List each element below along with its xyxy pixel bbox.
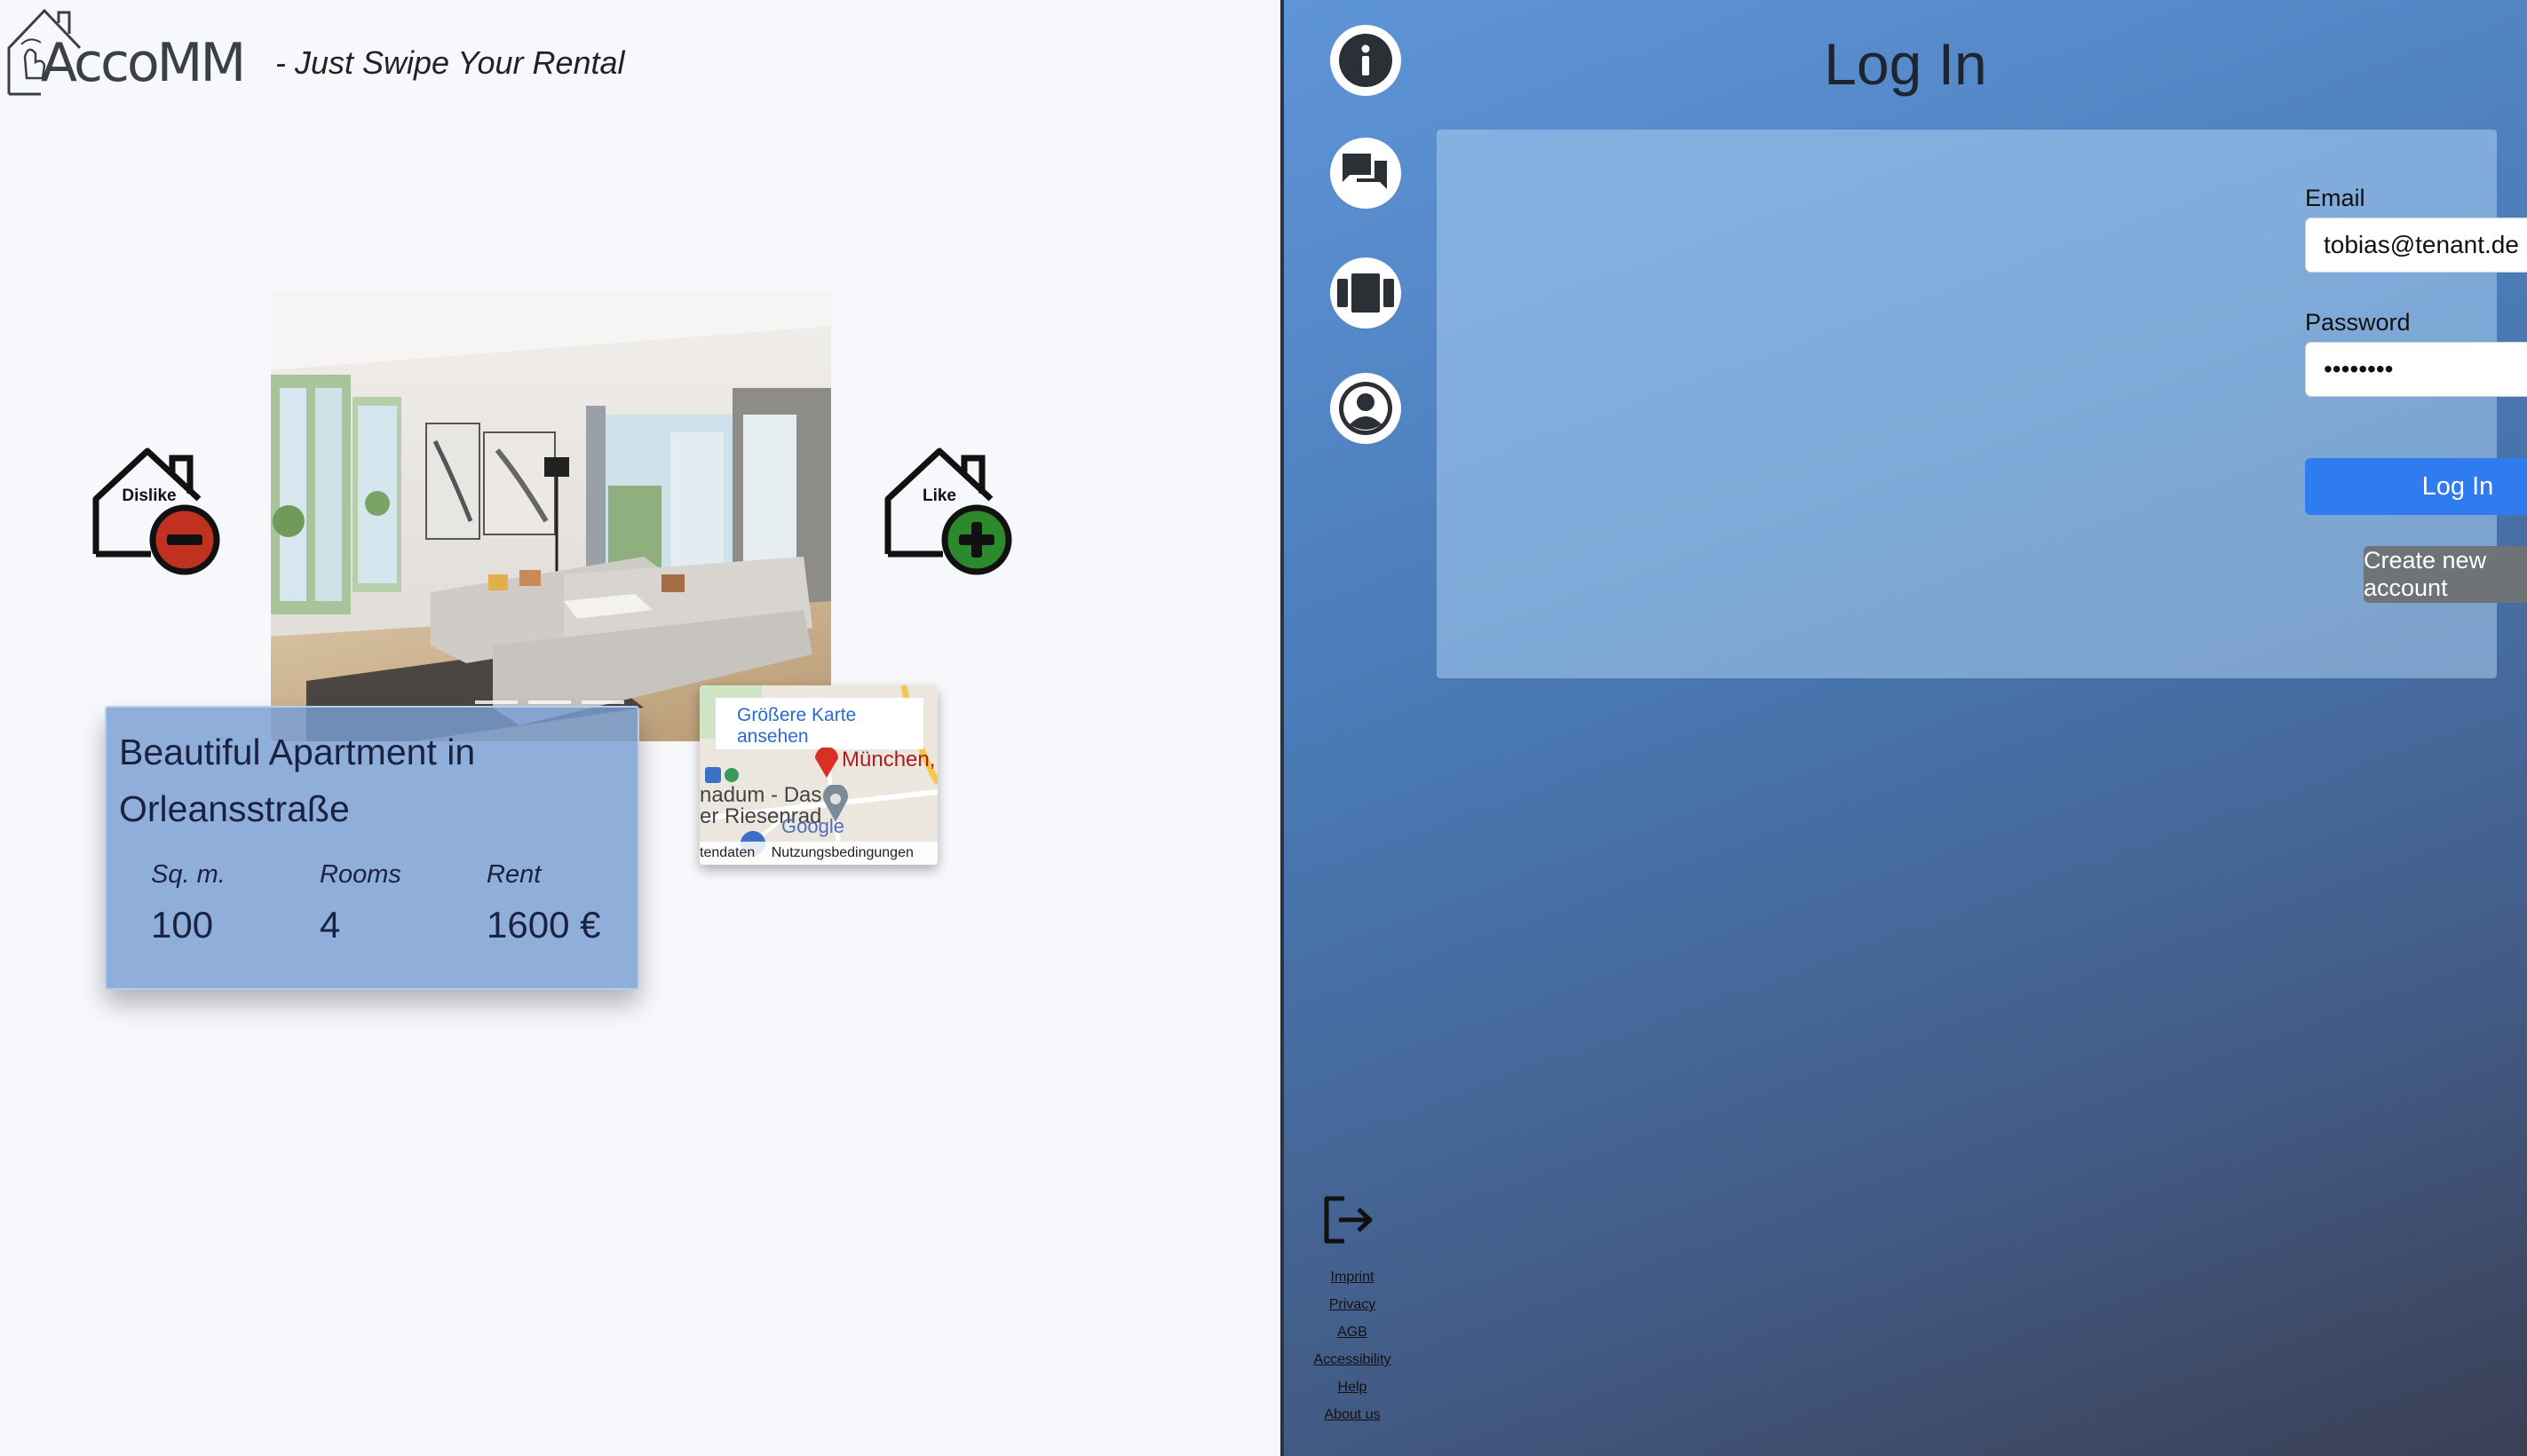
nav-swipe-button[interactable] (1330, 257, 1401, 328)
stat-rooms: Rooms 4 (320, 860, 401, 946)
map-place-label: München, (842, 748, 936, 772)
stat-value: 1600 € (487, 904, 601, 946)
larger-map-link[interactable]: Größere Karte ansehen (716, 698, 923, 749)
listing-card: Beautiful Apartment in Orleansstraße Sq.… (105, 706, 639, 990)
swipe-cards-icon (1337, 273, 1394, 313)
stat-value: 100 (151, 904, 214, 946)
stat-size: Sq. m. 100 (151, 860, 226, 946)
stat-value: 4 (320, 904, 341, 946)
stat-rent: Rent 1600 € (487, 860, 600, 946)
location-map[interactable]: Größere Karte ansehen München, nadum - D… (700, 685, 938, 865)
like-house-icon (884, 447, 1012, 575)
nav-chat-button[interactable] (1330, 138, 1401, 209)
carousel-indicator-3[interactable] (582, 700, 624, 704)
apartment-image (271, 290, 831, 741)
footer-links: Imprint Privacy AGB Accessibility Help A… (1302, 1263, 1403, 1428)
profile-icon (1339, 382, 1392, 435)
like-label: Like (922, 487, 957, 505)
footer-link-agb[interactable]: AGB (1302, 1318, 1403, 1346)
email-field[interactable] (2305, 218, 2527, 273)
create-account-button[interactable]: Create new account (2364, 546, 2527, 603)
listing-title: Beautiful Apartment in Orleansstraße (119, 732, 476, 829)
dislike-house-icon (92, 447, 220, 575)
stat-label: Sq. m. (151, 860, 226, 889)
map-footer: tendaten Nutzungsbedingungen (700, 842, 938, 865)
footer-link-imprint[interactable]: Imprint (1302, 1263, 1403, 1291)
footer-link-help[interactable]: Help (1302, 1373, 1403, 1401)
logout-icon (1324, 1196, 1373, 1244)
password-label: Password (2305, 309, 2411, 336)
stat-label: Rooms (320, 860, 401, 889)
dislike-button[interactable]: Dislike (89, 444, 222, 577)
stat-label: Rent (487, 860, 542, 889)
map-terms-link[interactable]: Nutzungsbedingungen (772, 845, 914, 860)
chat-icon (1343, 154, 1387, 189)
carousel-indicator-1[interactable] (475, 700, 518, 704)
dislike-label: Dislike (122, 487, 177, 505)
map-data-link[interactable]: tendaten (700, 845, 755, 860)
app-logo[interactable]: AccoMM (5, 5, 246, 98)
password-field[interactable] (2305, 342, 2527, 397)
nav-profile-button[interactable] (1330, 373, 1401, 444)
login-button[interactable]: Log In (2305, 458, 2527, 515)
swipe-pane: AccoMM - Just Swipe Your Rental Dislike … (0, 0, 1280, 1456)
carousel-indicator-2[interactable] (528, 700, 571, 704)
location-pin-icon (815, 748, 838, 778)
footer-link-privacy[interactable]: Privacy (1302, 1291, 1403, 1318)
page-title: Log In (1824, 31, 1987, 97)
google-logo: Google (781, 815, 844, 837)
login-pane: Imprint Privacy AGB Accessibility Help A… (1284, 0, 2527, 1456)
logo-text: AccoMM (41, 32, 246, 94)
footer-link-accessibility[interactable]: Accessibility (1302, 1346, 1403, 1373)
email-label: Email (2305, 185, 2365, 211)
tagline: - Just Swipe Your Rental (275, 44, 625, 81)
listing-photo[interactable] (271, 290, 831, 741)
footer-link-about[interactable]: About us (1302, 1401, 1403, 1428)
like-button[interactable]: Like (881, 444, 1014, 577)
logout-button[interactable] (1319, 1191, 1376, 1248)
